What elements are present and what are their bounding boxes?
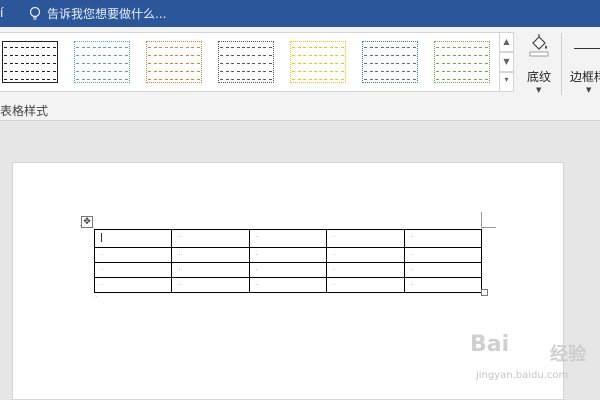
cell-end-mark: ·	[410, 266, 413, 274]
table-style-grid-accent-2[interactable]	[146, 41, 202, 83]
table-cell[interactable]: ·	[403, 262, 483, 278]
border-line-icon	[574, 48, 600, 49]
cell-end-mark: ·	[410, 251, 413, 259]
border-styles-dropdown-caret: ▼	[586, 86, 592, 94]
table-styles-group-label: 表格样式	[0, 104, 49, 118]
table-cell[interactable]: ·	[248, 277, 328, 293]
paint-bucket-icon	[529, 34, 549, 57]
table-style-grid-accent-4[interactable]	[290, 41, 346, 83]
table-style-grid-accent-5[interactable]	[362, 41, 418, 83]
baidu-watermark: Bai 经验 jingyan.baidu.com	[470, 332, 595, 387]
border-styles-button[interactable]: 边框样 ▼	[568, 31, 600, 99]
ribbon: ▲ ▼ ▾ 底纹 ▼ 边框样 ▼ 表格样式	[0, 27, 600, 121]
gallery-scroll-down-button[interactable]: ▼	[500, 52, 514, 72]
table-row: · · · ·	[93, 229, 483, 248]
cell-end-mark: ·	[178, 251, 181, 259]
table-style-grid-accent-3[interactable]	[218, 41, 274, 83]
cell-end-mark: ·	[255, 281, 259, 289]
crop-mark-right	[481, 212, 496, 228]
gallery-more-button[interactable]: ▾	[500, 72, 514, 92]
table-cell[interactable]: ·	[93, 262, 173, 278]
table-row: · · · · ·	[93, 277, 483, 293]
cell-end-mark: ·	[178, 233, 181, 241]
tell-me-placeholder: 告诉我您想要做什么...	[47, 7, 167, 21]
title-bar: í 告诉我您想要做什么...	[0, 0, 600, 27]
cell-end-mark: ·	[333, 266, 336, 274]
cell-end-mark: ·	[333, 281, 336, 289]
text-cursor	[101, 233, 102, 242]
table-cell[interactable]: ·	[403, 277, 483, 293]
table-cell[interactable]: ·	[248, 247, 328, 263]
border-styles-label: 边框样	[570, 70, 600, 84]
table-style-plain-grid[interactable]	[2, 41, 58, 83]
watermark-product: 经验	[550, 344, 586, 365]
cell-end-mark: ·	[255, 233, 259, 241]
cell-end-mark: ·	[255, 266, 259, 274]
document-table: · · · · · · · · · · · · · · · · · · ·	[93, 229, 483, 293]
table-move-handle-icon[interactable]: ✥	[81, 216, 93, 228]
table-cell[interactable]: ·	[171, 229, 250, 248]
table-cell[interactable]: ·	[326, 229, 405, 248]
table-cell[interactable]: ·	[248, 229, 328, 248]
shading-dropdown-caret: ▼	[536, 86, 542, 94]
table-cell[interactable]	[93, 229, 173, 248]
cell-end-mark: ·	[178, 266, 181, 274]
table-cell[interactable]: ·	[171, 277, 250, 293]
paragraph-mark: ·	[95, 293, 98, 301]
table-cell[interactable]: ·	[326, 247, 405, 263]
cell-end-mark: ·	[333, 251, 336, 259]
cell-end-mark: ·	[101, 281, 104, 289]
cell-end-mark: ·	[410, 281, 413, 289]
cell-end-mark: ·	[101, 251, 104, 259]
title-bar-edge-text: í	[0, 6, 4, 20]
cell-end-mark: ·	[333, 233, 336, 241]
table-cell[interactable]: ·	[171, 262, 250, 278]
lightbulb-icon	[29, 6, 41, 20]
cell-end-mark: ·	[178, 281, 181, 289]
table-cell[interactable]: ·	[403, 247, 483, 263]
watermark-brand: Bai	[470, 332, 510, 357]
table-styles-gallery	[0, 32, 500, 92]
gallery-scroll-up-button[interactable]: ▲	[500, 32, 514, 52]
cell-end-mark: ·	[101, 266, 104, 274]
shading-label: 底纹	[526, 70, 551, 84]
cell-end-mark: ·	[410, 233, 413, 241]
tell-me-search[interactable]: 告诉我您想要做什么...	[28, 0, 166, 27]
table-row: · · · · ·	[93, 262, 483, 278]
table-cell[interactable]: ·	[326, 262, 405, 278]
cell-end-mark: ·	[255, 251, 259, 259]
table-cell[interactable]: ·	[93, 277, 173, 293]
table-cell[interactable]: ·	[171, 247, 250, 263]
table-style-grid-accent-6[interactable]	[434, 41, 490, 83]
table-row: · · · · ·	[93, 247, 483, 263]
table-cell[interactable]: ·	[403, 229, 483, 248]
ribbon-divider	[561, 33, 562, 95]
table-style-grid-accent-1[interactable]	[74, 41, 130, 83]
table-resize-handle[interactable]	[481, 289, 488, 296]
table-cell[interactable]: ·	[326, 277, 405, 293]
table-cell[interactable]: ·	[93, 247, 173, 263]
shading-button[interactable]: 底纹 ▼	[519, 31, 559, 99]
watermark-site: jingyan.baidu.com	[476, 370, 569, 381]
table-cell[interactable]: ·	[248, 262, 328, 278]
